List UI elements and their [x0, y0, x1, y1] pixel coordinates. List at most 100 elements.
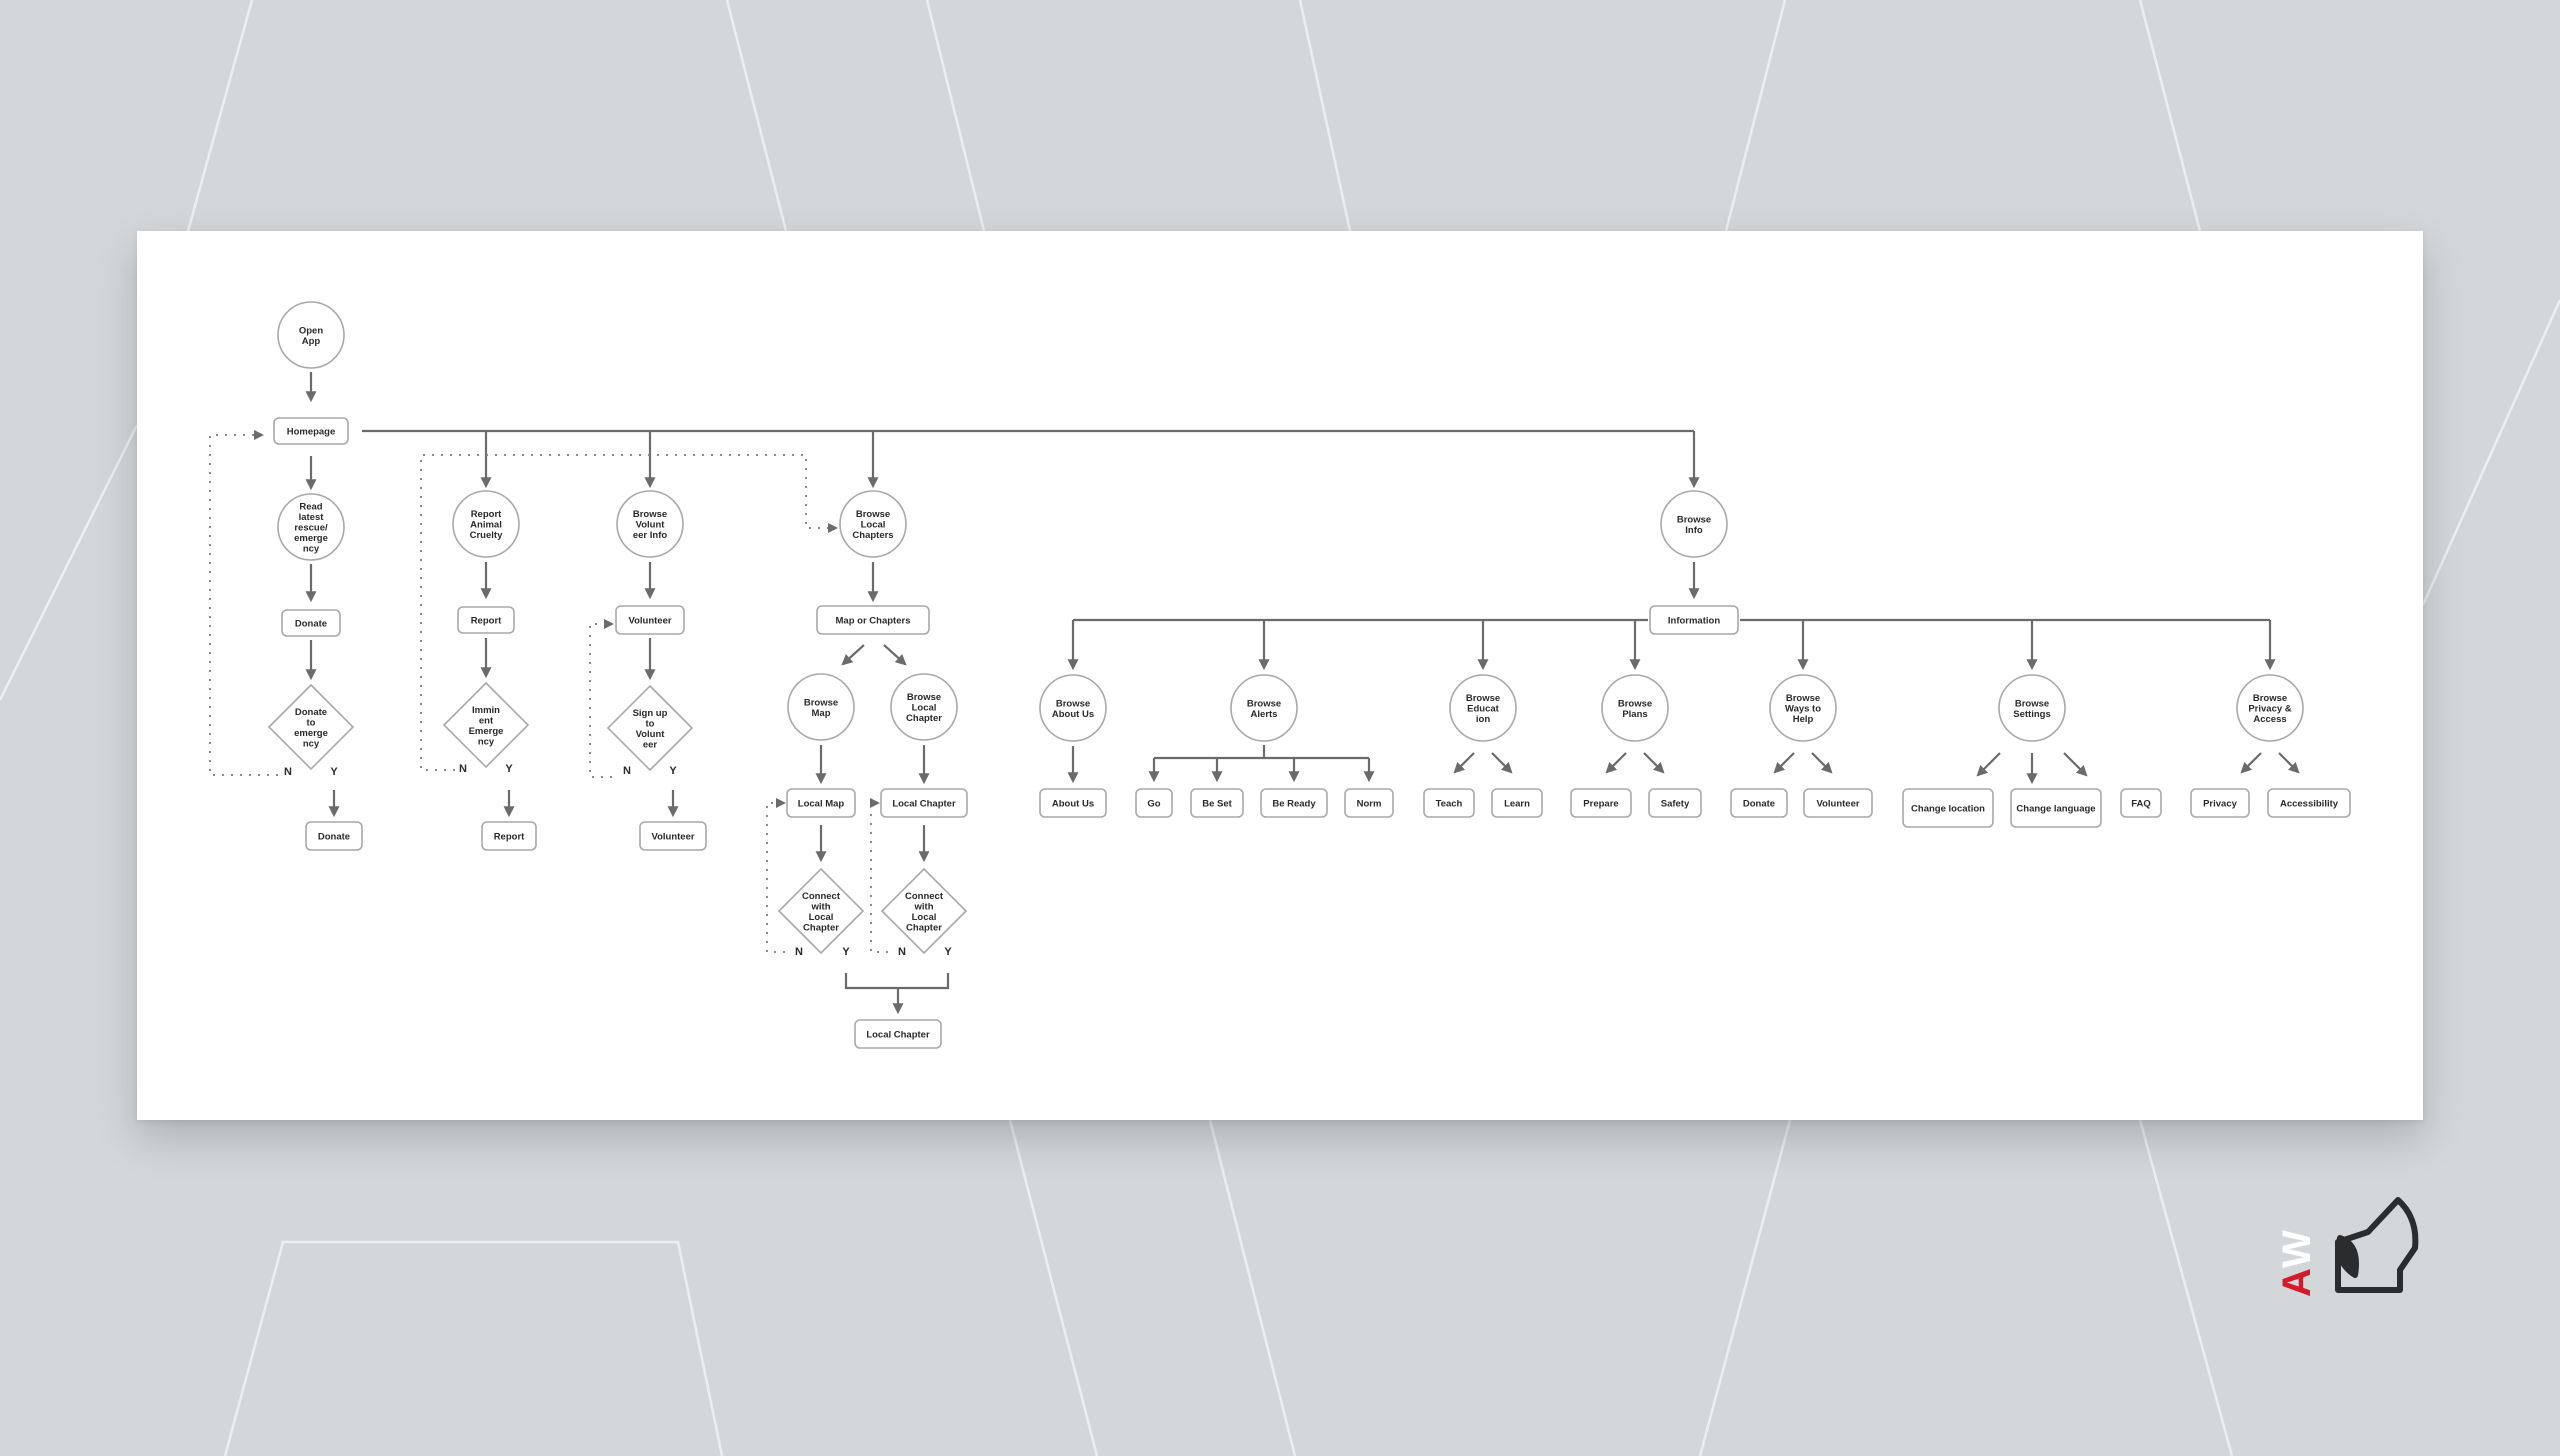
- node-browse-settings[interactable]: Browse Settings: [1998, 674, 2066, 742]
- node-learn[interactable]: Learn: [1491, 788, 1543, 818]
- node-local-chapter-result[interactable]: Local Chapter: [854, 1019, 942, 1049]
- logo-letter-a: A: [2280, 1268, 2319, 1297]
- node-volunteer-1[interactable]: Volunteer: [615, 605, 685, 635]
- node-label: Be Ready: [1272, 799, 1316, 810]
- node-label: Report Animal Cruelty: [470, 509, 503, 541]
- flow-arrow: [2240, 752, 2262, 774]
- decision-no-label: N: [898, 946, 906, 958]
- node-browse-ways[interactable]: Browse Ways to Help: [1769, 674, 1837, 742]
- flow-connector: [844, 973, 950, 990]
- node-label: Browse About Us: [1052, 698, 1094, 720]
- node-label: Browse Privacy & Access: [2248, 693, 2291, 725]
- node-information[interactable]: Information: [1649, 605, 1739, 635]
- node-label: Browse Plans: [1618, 698, 1652, 720]
- node-label: Open App: [299, 325, 323, 347]
- node-go[interactable]: Go: [1135, 788, 1173, 818]
- node-browse-plans[interactable]: Browse Plans: [1601, 674, 1669, 742]
- logo-letters: A W: [2280, 1230, 2319, 1297]
- node-browse-chapters[interactable]: Browse Local Chapters: [839, 490, 907, 558]
- node-label: Go: [1147, 799, 1160, 810]
- node-label: Privacy: [2203, 799, 2238, 810]
- flow-arrow: [1605, 752, 1627, 774]
- node-about-us[interactable]: About Us: [1039, 788, 1107, 818]
- node-volunteer-result[interactable]: Volunteer: [639, 821, 707, 851]
- node-label: Prepare: [1583, 799, 1618, 810]
- node-ways-donate[interactable]: Donate: [1730, 788, 1788, 818]
- node-accessibility[interactable]: Accessibility: [2267, 788, 2351, 818]
- flow-arrow: [1643, 752, 1665, 774]
- node-label: Donate: [1743, 799, 1775, 810]
- node-map-or-chapters[interactable]: Map or Chapters: [816, 605, 930, 635]
- node-label: Change location: [1911, 804, 1985, 815]
- aw-logo: A W: [2280, 1197, 2419, 1297]
- node-label: Volunteer: [628, 616, 671, 627]
- node-browse-about[interactable]: Browse About Us: [1039, 674, 1107, 742]
- node-donate-1[interactable]: Donate: [281, 609, 341, 637]
- node-read-latest[interactable]: Read latest rescue/emerge ncy: [277, 493, 345, 561]
- flow-arrow: [2278, 752, 2300, 774]
- node-be-set[interactable]: Be Set: [1190, 788, 1244, 818]
- flow-arrow: [2063, 752, 2088, 777]
- node-report-1[interactable]: Report: [457, 606, 515, 634]
- logo-letter-w: W: [2280, 1230, 2319, 1268]
- node-change-location[interactable]: Change location: [1902, 788, 1994, 828]
- node-browse-local-chapter[interactable]: Browse Local Chapter: [890, 673, 958, 741]
- node-donate-decision[interactable]: Donate to emerge ncy: [267, 683, 355, 771]
- loop-back-connector: [766, 798, 786, 953]
- node-report-result[interactable]: Report: [481, 821, 537, 851]
- decision-yes-label: Y: [842, 946, 850, 958]
- decision-yes-label: Y: [505, 763, 513, 775]
- node-local-map[interactable]: Local Map: [786, 788, 856, 818]
- node-label: Donate: [318, 832, 350, 843]
- node-label: Browse Volunt eer Info: [633, 509, 668, 541]
- node-label: Local Map: [798, 799, 845, 810]
- flow-arrow: [1491, 752, 1513, 774]
- decision-no-label: N: [459, 763, 467, 775]
- loop-back-connector: [209, 430, 278, 776]
- node-privacy[interactable]: Privacy: [2190, 788, 2250, 818]
- node-browse-alerts[interactable]: Browse Alerts: [1230, 674, 1298, 742]
- node-label: Local Chapter: [892, 799, 956, 810]
- node-norm[interactable]: Norm: [1344, 788, 1394, 818]
- node-label: Teach: [1436, 799, 1463, 810]
- flow-arrow: [1811, 752, 1833, 774]
- node-browse-privacy[interactable]: Browse Privacy & Access: [2236, 674, 2304, 742]
- node-label: Donate: [295, 619, 327, 630]
- node-faq[interactable]: FAQ: [2120, 788, 2162, 818]
- flow-arrow: [1976, 752, 2001, 777]
- node-change-language[interactable]: Change language: [2010, 788, 2102, 828]
- node-be-ready[interactable]: Be Ready: [1260, 788, 1328, 818]
- loop-back-connector: [870, 798, 888, 953]
- node-label: Volunteer: [651, 832, 694, 843]
- node-donate-result[interactable]: Donate: [305, 821, 363, 851]
- node-signup-decision[interactable]: Sign up to Volunt eer: [606, 684, 694, 772]
- node-label: Information: [1668, 616, 1720, 627]
- node-label: Norm: [1357, 799, 1382, 810]
- decision-yes-label: Y: [330, 766, 338, 778]
- flow-arrow: [841, 644, 865, 666]
- node-label: Local Chapter: [866, 1030, 930, 1041]
- node-label: Be Set: [1202, 799, 1232, 810]
- node-browse-info[interactable]: Browse Info: [1660, 490, 1728, 558]
- node-prepare[interactable]: Prepare: [1570, 788, 1632, 818]
- node-safety[interactable]: Safety: [1648, 788, 1702, 818]
- node-report-cruelty[interactable]: Report Animal Cruelty: [452, 490, 520, 558]
- decision-no-label: N: [284, 766, 292, 778]
- loop-back-connector: [589, 619, 614, 778]
- node-imminent-decision[interactable]: Immin ent Emerge ncy: [442, 681, 530, 769]
- node-open-app[interactable]: Open App: [277, 301, 345, 369]
- node-label: Browse Settings: [2013, 698, 2050, 720]
- node-ways-volunteer[interactable]: Volunteer: [1803, 788, 1873, 818]
- node-homepage[interactable]: Homepage: [273, 417, 349, 445]
- flowchart: N Y N Y N Y N Y N Y Open App Homepage Read latest resc…: [209, 301, 2351, 1049]
- node-connect-decision-1[interactable]: Connect with Local Chapter: [777, 867, 865, 955]
- node-local-chapter-1[interactable]: Local Chapter: [880, 788, 968, 818]
- node-browse-education[interactable]: Browse Educat ion: [1449, 674, 1517, 742]
- node-browse-volunteer[interactable]: Browse Volunt eer Info: [616, 490, 684, 558]
- node-teach[interactable]: Teach: [1423, 788, 1475, 818]
- node-label: Learn: [1504, 799, 1530, 810]
- decision-no-label: N: [623, 765, 631, 777]
- node-connect-decision-2[interactable]: Connect with Local Chapter: [880, 867, 968, 955]
- node-browse-map[interactable]: Browse Map: [787, 673, 855, 741]
- node-label: Map or Chapters: [836, 616, 911, 627]
